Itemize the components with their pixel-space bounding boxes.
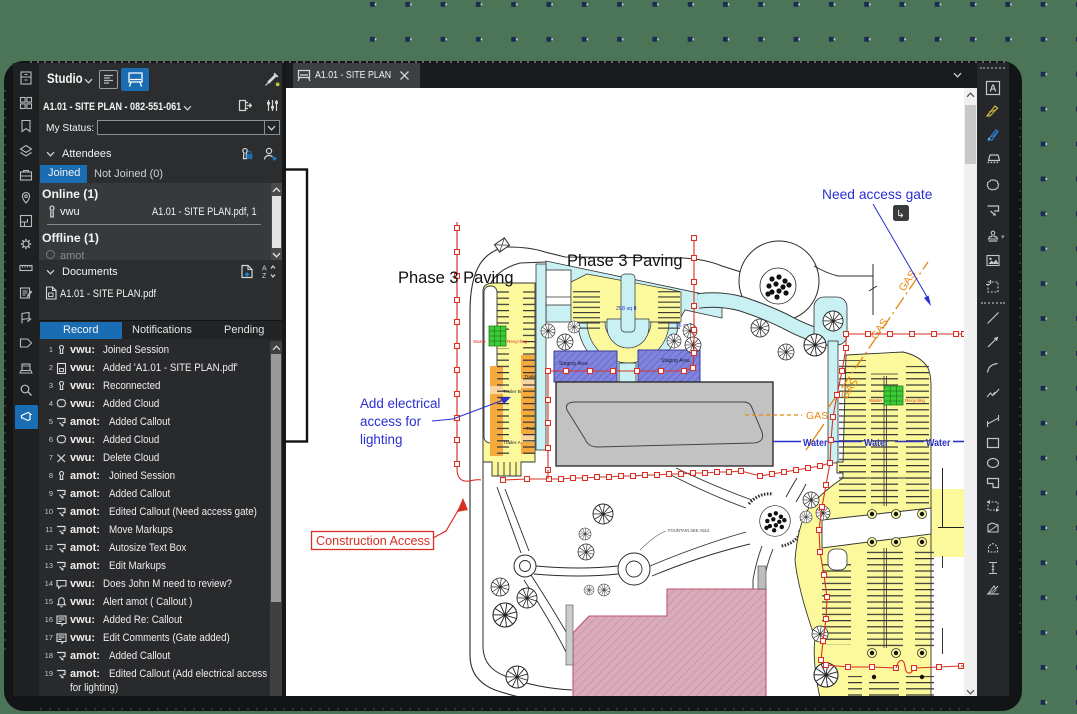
svg-text:Phase 3 Paving: Phase 3 Paving — [567, 252, 683, 270]
svg-text:Water: Water — [864, 437, 889, 449]
svg-text:Construction Access: Construction Access — [316, 534, 430, 548]
svg-text:Z: Z — [262, 273, 267, 279]
svg-text:Recycling: Recycling — [507, 339, 527, 344]
svg-text:Waste: Waste — [869, 398, 882, 403]
svg-text:Water: Water — [803, 437, 828, 449]
svg-text:Water: Water — [926, 437, 951, 449]
svg-text:Waste: Waste — [473, 339, 486, 344]
svg-text:GAS: GAS — [806, 410, 828, 422]
svg-text:Trailer A: Trailer A — [503, 440, 521, 446]
svg-text:258 sq ft: 258 sq ft — [616, 306, 637, 312]
svg-text:FOUNTAIN SEE A512: FOUNTAIN SEE A512 — [668, 528, 710, 533]
svg-text:lighting: lighting — [360, 432, 402, 447]
svg-text:Staging Area: Staging Area — [661, 358, 690, 364]
svg-text:A: A — [262, 266, 267, 273]
svg-text:Need access gate: Need access gate — [822, 187, 933, 202]
svg-text:Staging Area: Staging Area — [559, 361, 588, 367]
svg-text:Phase 3 Paving: Phase 3 Paving — [398, 269, 514, 287]
svg-text:↳: ↳ — [896, 209, 905, 221]
svg-text:access for: access for — [360, 414, 422, 429]
svg-text:Recycling: Recycling — [905, 398, 925, 403]
svg-text:Add electrical: Add electrical — [360, 396, 440, 411]
svg-text:A: A — [989, 84, 996, 95]
svg-text:Trailer B: Trailer B — [503, 389, 521, 395]
